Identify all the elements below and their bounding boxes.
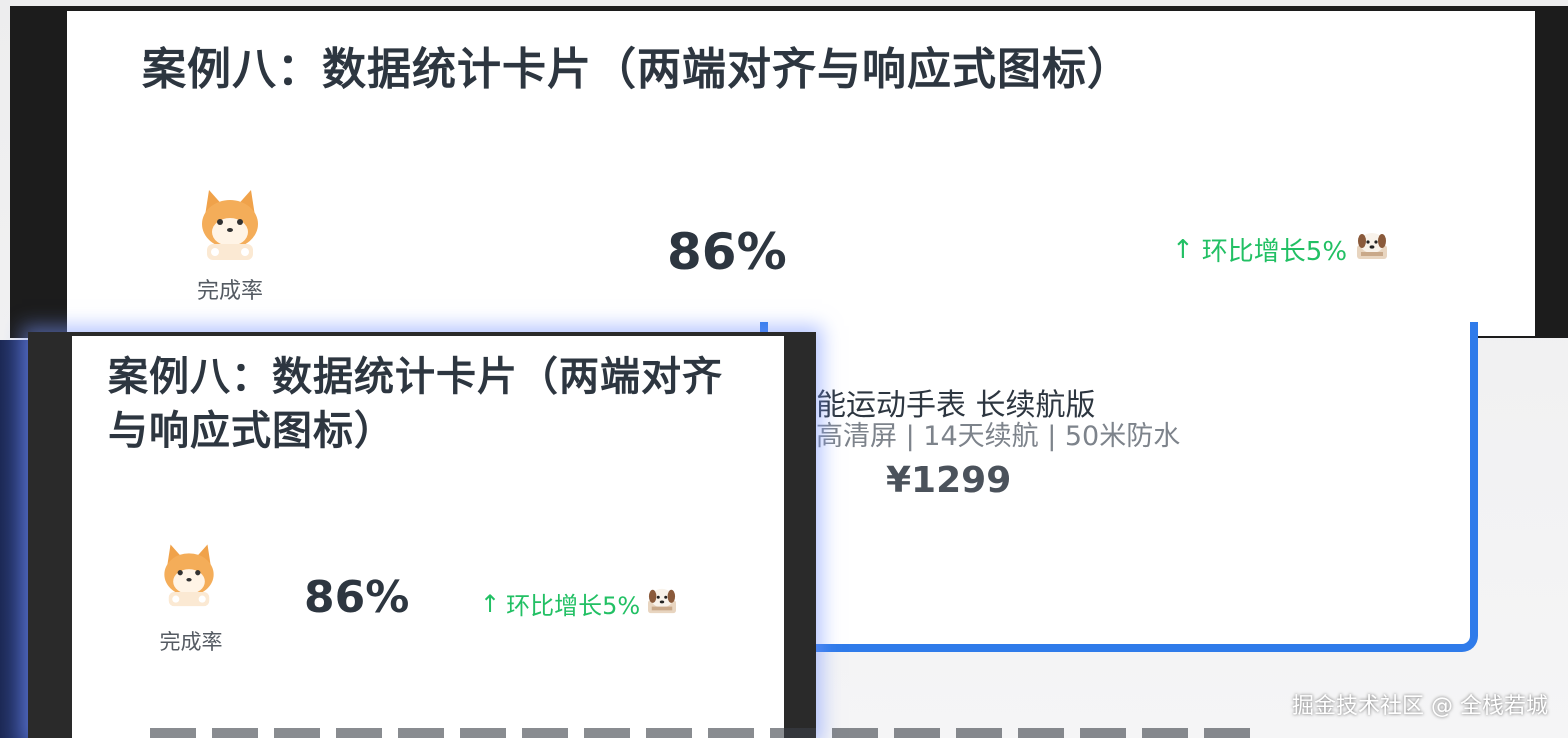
stat-value: 86% bbox=[667, 223, 787, 281]
stat-label: 完成率 bbox=[196, 279, 263, 304]
trend-text: 环比增长5% bbox=[506, 592, 641, 620]
watermark: 掘金技术社区 @ 全栈若城 bbox=[1292, 694, 1548, 719]
trend-up-arrow-icon: ↑ bbox=[1172, 234, 1194, 265]
stat-value: 86% bbox=[304, 572, 410, 623]
screenshot-stage: 案例八：数据统计卡片（两端对齐与响应式图标） 完成率 86% ↑ 环比增长5% bbox=[0, 0, 1568, 738]
stat-label: 完成率 bbox=[159, 630, 223, 654]
card-title: 案例八：数据统计卡片（两端对齐与响应式图标） bbox=[142, 44, 1132, 95]
dog-face-icon bbox=[646, 587, 678, 621]
trend-indicator: ↑ 环比增长5% bbox=[1172, 231, 1389, 268]
next-heading-peek bbox=[150, 728, 1250, 738]
card-title: 案例八：数据统计卡片（两端对齐与响应式图标） bbox=[108, 354, 723, 454]
trend-up-arrow-icon: ↑ bbox=[480, 589, 501, 618]
stats-card-wide: 案例八：数据统计卡片（两端对齐与响应式图标） 完成率 86% ↑ 环比增长5% bbox=[67, 11, 1535, 336]
trend-text: 环比增长5% bbox=[1201, 237, 1348, 267]
dog-face-icon bbox=[1355, 231, 1389, 268]
product-card[interactable]: 能运动手表 长续航版 高清屏 | 14天续航 | 50米防水 ¥1299 bbox=[760, 322, 1478, 652]
trend-indicator: ↑ 环比增长5% bbox=[480, 586, 678, 621]
shiba-dog-icon bbox=[195, 186, 265, 261]
shiba-dog-icon bbox=[158, 541, 220, 607]
product-price: ¥1299 bbox=[886, 460, 1012, 501]
stats-card-narrow: 案例八：数据统计卡片（两端对齐与响应式图标） 完成率 86% ↑ 环比增长5% bbox=[72, 336, 784, 738]
left-edge-glow bbox=[0, 340, 30, 738]
product-description: 高清屏 | 14天续航 | 50米防水 bbox=[816, 421, 1181, 452]
previous-heading-peek bbox=[217, 11, 917, 19]
